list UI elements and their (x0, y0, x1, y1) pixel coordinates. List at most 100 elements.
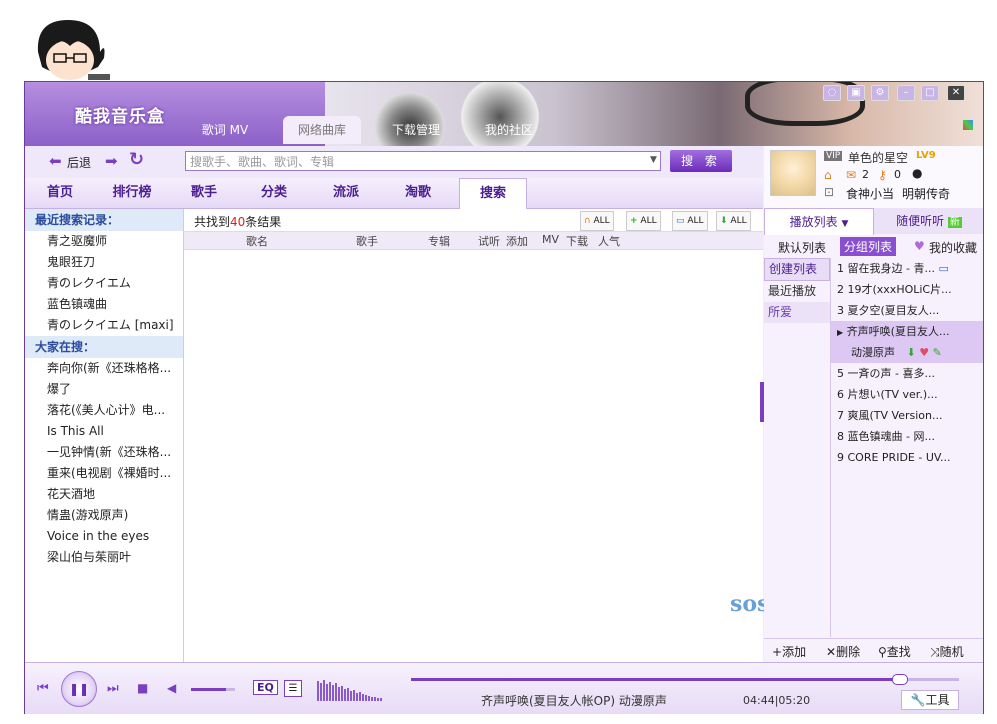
tab-lyrics-mv[interactable]: 歌词 MV (193, 116, 257, 144)
share-icon[interactable]: ✎ (933, 346, 942, 359)
maximize-icon[interactable]: □ (921, 85, 939, 101)
song-item[interactable]: 8 蓝色镇魂曲 - 网... (831, 426, 983, 447)
playlist-favorite[interactable]: 所爱 (764, 302, 830, 323)
popular-search-item[interactable]: 一见钟情(新《还珠格... (25, 442, 183, 463)
eq-button[interactable]: EQ (253, 680, 278, 695)
col-add[interactable]: 添加 (506, 233, 528, 249)
stop-icon[interactable]: ■ (137, 681, 148, 695)
song-item[interactable]: 5 一斉の声 - 喜多... (831, 363, 983, 384)
tab-community[interactable]: 我的社区 (473, 116, 545, 144)
refresh-icon[interactable]: ↻ (129, 149, 144, 170)
subtab-default[interactable]: 默认列表 (778, 239, 826, 256)
tab-search[interactable]: 搜索 (459, 178, 527, 209)
song-item[interactable]: 3 夏夕空(夏目友人... (831, 300, 983, 321)
tab-home[interactable]: 首页 (29, 178, 91, 208)
tab-online-library[interactable]: 网络曲库 (283, 116, 361, 144)
listen-all-button[interactable]: ∩ ALL (580, 211, 614, 231)
shuffle-button[interactable]: ⤨随机 (930, 643, 964, 660)
recent-search-item[interactable]: 青のレクイエム (25, 273, 183, 294)
col-listen[interactable]: 试听 (478, 233, 500, 249)
subtab-favorites[interactable]: 我的收藏 (929, 239, 977, 256)
user-name[interactable]: 单色的星空 (848, 149, 908, 166)
col-album[interactable]: 专辑 (428, 233, 450, 249)
col-song-name[interactable]: 歌名 (246, 233, 268, 249)
tab-random-listen[interactable]: 随便听听 新 (876, 208, 982, 234)
search-input[interactable]: 搜歌手、歌曲、歌词、专辑 (185, 151, 661, 171)
popular-search-item[interactable]: 落花(《美人心计》电... (25, 400, 183, 421)
key-icon[interactable]: ⚷ (878, 168, 887, 182)
tab-discover[interactable]: 淘歌 (387, 178, 449, 208)
recent-search-item[interactable]: 青のレクイエム [maxi] (25, 315, 183, 336)
popular-search-item[interactable]: 情蛊(游戏原声) (25, 505, 183, 526)
search-button[interactable]: 搜 索 (670, 150, 732, 172)
delete-button[interactable]: ✕删除 (826, 643, 860, 660)
mv-all-button[interactable]: ▭ ALL (672, 211, 708, 231)
skin-icon[interactable]: ▣ (847, 85, 865, 101)
playing-arrow-icon: ▶ (837, 328, 844, 337)
forward-arrow-icon[interactable]: ➡ (105, 152, 118, 170)
settings-icon[interactable]: ⚙ (871, 85, 889, 101)
tab-playlist[interactable]: 播放列表 ▼ (764, 208, 874, 235)
song-item[interactable]: 9 CORE PRIDE - UV... (831, 447, 983, 468)
col-popularity[interactable]: 人气 (598, 233, 620, 249)
mini-mode-icon[interactable] (963, 120, 973, 130)
tab-genres[interactable]: 流派 (315, 178, 377, 208)
download-all-button[interactable]: ⬇ ALL (716, 211, 751, 231)
popular-search-item[interactable]: 重来(电视剧《裸婚时... (25, 463, 183, 484)
heart-icon[interactable]: ♥ (919, 346, 929, 359)
back-arrow-icon[interactable]: ⬅ (49, 152, 62, 170)
progress-handle[interactable] (891, 674, 908, 685)
game2-link[interactable]: 明朝传奇 (902, 185, 950, 202)
volume-slider[interactable] (191, 688, 235, 691)
recent-search-item[interactable]: 青之驱魔师 (25, 231, 183, 252)
create-playlist[interactable]: 创建列表 (764, 258, 830, 281)
pane-collapse-handle[interactable] (760, 382, 764, 422)
search-results: 共找到40条结果 ∩ ALL + ALL ▭ ALL ⬇ ALL 歌名 歌手 专… (184, 209, 785, 662)
tab-artists[interactable]: 歌手 (173, 178, 235, 208)
song-item[interactable]: 1 留在我身边 - 青... ▭ (831, 258, 983, 279)
search-dropdown-icon[interactable]: ▼ (650, 155, 657, 165)
avatar[interactable] (770, 150, 816, 196)
song-item-playing[interactable]: ▶ 齐声呼唤(夏目友人... (831, 321, 983, 342)
tools-button[interactable]: 🔧工具 (901, 690, 959, 710)
recent-search-item[interactable]: 鬼眼狂刀 (25, 252, 183, 273)
song-item[interactable]: 2 19才(xxxHOLiC片... (831, 279, 983, 300)
recent-search-item[interactable]: 蓝色镇魂曲 (25, 294, 183, 315)
minimize-icon[interactable]: – (897, 85, 915, 101)
close-icon[interactable]: ✕ (947, 85, 965, 101)
tab-charts[interactable]: 排行榜 (97, 178, 167, 208)
back-label[interactable]: 后退 (67, 154, 91, 171)
tab-categories[interactable]: 分类 (243, 178, 305, 208)
add-button[interactable]: +添加 (772, 643, 806, 660)
chat-icon[interactable]: ◌ (823, 85, 841, 101)
find-button[interactable]: ⚲查找 (878, 643, 911, 660)
col-mv[interactable]: MV (542, 233, 559, 246)
home-icon[interactable]: ⌂ (824, 168, 832, 182)
pause-button[interactable]: ❚❚ (61, 671, 97, 707)
download-icon[interactable]: ⬇ (907, 346, 916, 359)
popular-search-item[interactable]: 奔向你(新《还珠格格... (25, 358, 183, 379)
song-item[interactable]: 7 爽風(TV Version... (831, 405, 983, 426)
volume-icon[interactable]: ◀ (167, 681, 176, 695)
col-artist[interactable]: 歌手 (356, 233, 378, 249)
progress-bar[interactable] (411, 678, 959, 681)
playlist-toggle-icon[interactable]: ☰ (284, 680, 302, 697)
previous-icon[interactable]: ⏮ (37, 681, 49, 696)
recent-played[interactable]: 最近播放 (764, 281, 830, 302)
popular-search-item[interactable]: Voice in the eyes (25, 526, 183, 547)
next-icon[interactable]: ⏭ (107, 681, 119, 696)
mail-icon[interactable]: ✉ (846, 168, 856, 182)
song-item[interactable]: 6 片想い(TV ver.)... (831, 384, 983, 405)
mv-icon[interactable]: ▭ (938, 262, 948, 275)
tab-downloads[interactable]: 下载管理 (380, 116, 452, 144)
popular-search-item[interactable]: 梁山伯与茱丽叶 (25, 547, 183, 568)
panda-icon[interactable]: ● (912, 166, 922, 180)
col-download[interactable]: 下载 (566, 233, 588, 249)
add-all-button[interactable]: + ALL (626, 211, 661, 231)
popular-search-item[interactable]: 花天酒地 (25, 484, 183, 505)
popular-search-item[interactable]: 爆了 (25, 379, 183, 400)
game-link[interactable]: 食神小当 (846, 185, 894, 202)
popular-search-item[interactable]: Is This All (25, 421, 183, 442)
subtab-groups[interactable]: 分组列表 (840, 237, 897, 256)
shuffle-icon: ⤨ (930, 645, 940, 659)
